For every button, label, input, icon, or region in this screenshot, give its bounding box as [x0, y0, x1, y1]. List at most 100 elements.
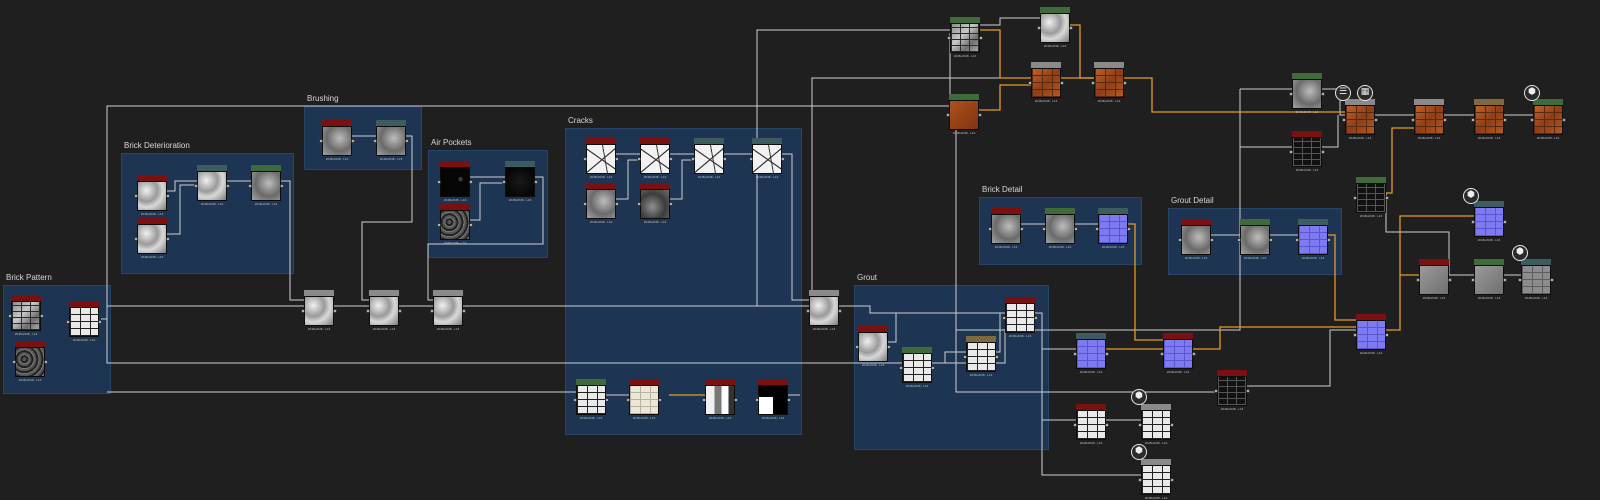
graph-node[interactable]: 2048x2048 - L16: [899, 347, 935, 388]
output-port[interactable]: [1192, 352, 1196, 356]
graph-node[interactable]: 2048x2048 - L16: [583, 138, 619, 179]
graph-node[interactable]: 2048x2048 - L16: [1091, 62, 1127, 103]
output-port[interactable]: [605, 398, 609, 402]
graph-node[interactable]: 2048x2048 - L16: [1002, 297, 1038, 338]
output-port[interactable]: [978, 113, 982, 117]
graph-node[interactable]: 2048x2048 - L16: [1237, 219, 1273, 260]
input-port[interactable]: [583, 157, 587, 161]
input-port[interactable]: [437, 180, 441, 184]
graph-node[interactable]: 2048x2048 - L16: [437, 161, 473, 202]
input-port[interactable]: [319, 139, 323, 143]
input-port[interactable]: [1091, 81, 1095, 85]
output-port[interactable]: [1020, 227, 1024, 231]
output-port[interactable]: [1034, 316, 1038, 320]
graph-node[interactable]: 2048x2048 - L16: [1178, 219, 1214, 260]
output-port[interactable]: [351, 139, 355, 143]
input-port[interactable]: [899, 366, 903, 370]
input-port[interactable]: [702, 398, 706, 402]
graph-node[interactable]: 2048x2048 - L16: [134, 175, 170, 216]
graph-node[interactable]: 2048x2048 - L16: [946, 94, 982, 135]
output-port[interactable]: [1074, 227, 1078, 231]
cube-icon[interactable]: ⬢: [1131, 389, 1147, 405]
input-port[interactable]: [8, 314, 12, 318]
document-icon[interactable]: ☰: [1335, 85, 1351, 101]
output-port[interactable]: [1562, 118, 1566, 122]
graph-node[interactable]: 2048x2048 - L16: [1471, 99, 1507, 140]
input-port[interactable]: [573, 398, 577, 402]
input-port[interactable]: [946, 113, 950, 117]
output-port[interactable]: [166, 194, 170, 198]
graph-node[interactable]: 2048x2048 - L16: [1095, 208, 1131, 249]
input-port[interactable]: [1214, 389, 1218, 393]
graph-node[interactable]: 2048x2048 - L16: [1138, 404, 1174, 445]
output-port[interactable]: [1170, 423, 1174, 427]
output-port[interactable]: [398, 309, 402, 313]
output-port[interactable]: [781, 157, 785, 161]
output-port[interactable]: [1210, 238, 1214, 242]
input-port[interactable]: [637, 157, 641, 161]
output-port[interactable]: [1448, 278, 1452, 282]
input-port[interactable]: [1518, 278, 1522, 282]
graph-node[interactable]: 2048x2048 - L16: [1353, 177, 1389, 218]
output-port[interactable]: [838, 309, 842, 313]
output-port[interactable]: [734, 398, 738, 402]
input-port[interactable]: [1037, 26, 1041, 30]
graph-node[interactable]: 2048x2048 - L16: [1471, 201, 1507, 242]
output-port[interactable]: [1550, 278, 1554, 282]
input-port[interactable]: [1471, 278, 1475, 282]
graph-node[interactable]: 2048x2048 - L16: [1416, 259, 1452, 300]
graph-canvas[interactable]: Brick Pattern Brick Deterioration Brushing…: [0, 0, 1600, 500]
input-port[interactable]: [194, 184, 198, 188]
input-port[interactable]: [1416, 278, 1420, 282]
graph-node[interactable]: 2048x2048 - L16: [8, 295, 44, 336]
input-port[interactable]: [1002, 316, 1006, 320]
graph-node[interactable]: 2048x2048 - L16: [749, 138, 785, 179]
output-port[interactable]: [669, 202, 673, 206]
input-port[interactable]: [1411, 118, 1415, 122]
graph-node[interactable]: 2048x2048 - L16: [1028, 62, 1064, 103]
cube-icon[interactable]: ⬢: [1463, 188, 1479, 204]
cube-icon[interactable]: ⬢: [1524, 85, 1540, 101]
input-port[interactable]: [1138, 423, 1142, 427]
graph-node[interactable]: 2048x2048 - L16: [963, 336, 999, 377]
input-port[interactable]: [1471, 118, 1475, 122]
output-port[interactable]: [1385, 333, 1389, 337]
input-port[interactable]: [134, 194, 138, 198]
graph-node[interactable]: 2048x2048 - L16: [1353, 314, 1389, 355]
input-port[interactable]: [1471, 220, 1475, 224]
output-port[interactable]: [469, 180, 473, 184]
graph-node[interactable]: 2048x2048 - L16: [1411, 99, 1447, 140]
output-port[interactable]: [1069, 26, 1073, 30]
input-port[interactable]: [583, 202, 587, 206]
graph-node[interactable]: 2048x2048 - L16: [373, 120, 409, 161]
graph-node[interactable]: 2048x2048 - L16: [502, 161, 538, 202]
output-port[interactable]: [1443, 118, 1447, 122]
input-port[interactable]: [691, 157, 695, 161]
output-port[interactable]: [1246, 389, 1250, 393]
graph-node[interactable]: 2048x2048 - L16: [1530, 99, 1566, 140]
graph-node[interactable]: 2048x2048 - L16: [430, 290, 466, 331]
output-port[interactable]: [1321, 92, 1325, 96]
graph-node[interactable]: 2048x2048 - L16: [1518, 259, 1554, 300]
output-port[interactable]: [658, 398, 662, 402]
graph-node[interactable]: 2048x2048 - L16: [1042, 208, 1078, 249]
input-port[interactable]: [1237, 238, 1241, 242]
output-port[interactable]: [723, 157, 727, 161]
graph-node[interactable]: 2048x2048 - L16: [301, 290, 337, 331]
graph-node[interactable]: 2048x2048 - L16: [702, 379, 738, 420]
input-port[interactable]: [1073, 423, 1077, 427]
graph-node[interactable]: 2048x2048 - L16: [366, 290, 402, 331]
graph-node[interactable]: 2048x2048 - L16: [583, 183, 619, 224]
input-port[interactable]: [134, 237, 138, 241]
output-port[interactable]: [1321, 150, 1325, 154]
output-port[interactable]: [669, 157, 673, 161]
input-port[interactable]: [1353, 333, 1357, 337]
graph-node[interactable]: 2048x2048 - L16: [626, 379, 662, 420]
input-port[interactable]: [947, 36, 951, 40]
graph-node[interactable]: 2048x2048 - L16: [755, 379, 791, 420]
output-port[interactable]: [615, 157, 619, 161]
graph-node[interactable]: 2048x2048 - L16: [988, 208, 1024, 249]
graph-node[interactable]: 2048x2048 - L16: [855, 326, 891, 367]
output-port[interactable]: [931, 366, 935, 370]
graph-node[interactable]: 2048x2048 - L16: [1289, 73, 1325, 114]
